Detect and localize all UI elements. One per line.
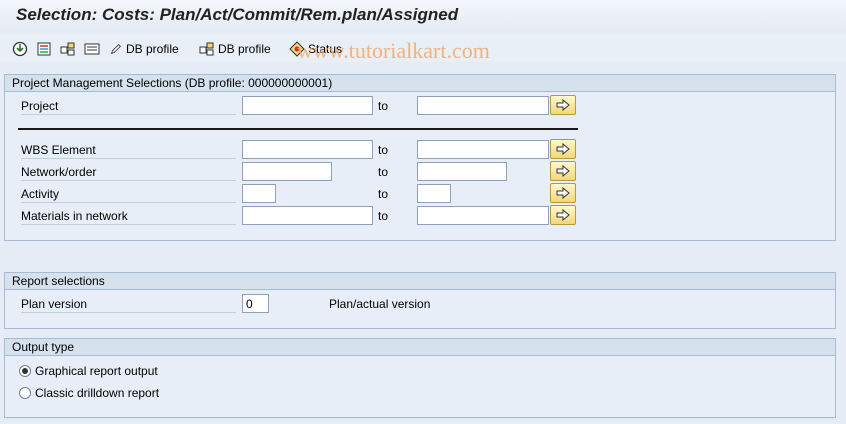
- separator-line: [18, 128, 578, 130]
- radio-selected-icon[interactable]: [19, 365, 31, 377]
- wbs-element-to-input[interactable]: [417, 140, 549, 159]
- project-multiple-selection-button[interactable]: [550, 95, 576, 115]
- activity-to-input[interactable]: [417, 184, 451, 203]
- arrow-right-icon: [556, 209, 570, 221]
- activity-multiple-selection-button[interactable]: [550, 183, 576, 203]
- plan-version-description: Plan/actual version: [329, 297, 431, 311]
- graphical-report-output-option[interactable]: Graphical report output: [19, 362, 158, 380]
- project-to-label: to: [378, 99, 389, 113]
- watermark: www.tutorialkart.com: [297, 38, 490, 63]
- arrow-right-icon: [556, 187, 570, 199]
- get-variant-button[interactable]: [60, 40, 76, 57]
- network-order-from-input[interactable]: [242, 162, 332, 181]
- network-order-label: Network/order: [21, 162, 236, 181]
- classic-drilldown-report-option[interactable]: Classic drilldown report: [19, 384, 159, 402]
- materials-in-network-label: Materials in network: [21, 206, 236, 225]
- project-label: Project: [21, 96, 236, 115]
- radio-unselected-icon[interactable]: [19, 387, 31, 399]
- hierarchy-icon: [199, 42, 214, 55]
- execute-icon: [12, 41, 28, 56]
- output-type-group: Output type Graphical report output Clas…: [4, 338, 836, 418]
- variant-icon: [37, 42, 51, 55]
- pencil-icon: [110, 43, 121, 54]
- report-selections-group: Report selections Plan version Plan/actu…: [4, 272, 836, 329]
- hierarchy-icon: [60, 42, 75, 55]
- list-button[interactable]: [84, 40, 100, 57]
- save-variant-button[interactable]: [36, 40, 52, 57]
- network-order-multiple-selection-button[interactable]: [550, 161, 576, 181]
- arrow-right-icon: [556, 143, 570, 155]
- arrow-right-icon: [556, 165, 570, 177]
- plan-version-input[interactable]: [242, 294, 269, 313]
- plan-version-label: Plan version: [21, 294, 236, 313]
- arrow-right-icon: [556, 99, 570, 111]
- project-to-input[interactable]: [417, 96, 549, 115]
- wbs-element-label: WBS Element: [21, 140, 236, 159]
- db-profile-button-2[interactable]: DB profile: [199, 40, 271, 57]
- db-profile-button-1[interactable]: DB profile: [109, 40, 179, 57]
- report-group-header: Report selections: [5, 273, 835, 290]
- list-icon: [84, 43, 100, 54]
- materials-in-network-to-label: to: [378, 209, 389, 223]
- db-profile-label-1: DB profile: [126, 41, 179, 56]
- project-group-header: Project Management Selections (DB profil…: [5, 75, 835, 92]
- activity-label: Activity: [21, 184, 236, 203]
- network-order-to-label: to: [378, 165, 389, 179]
- wbs-element-multiple-selection-button[interactable]: [550, 139, 576, 159]
- page-title: Selection: Costs: Plan/Act/Commit/Rem.pl…: [16, 5, 459, 24]
- materials-in-network-from-input[interactable]: [242, 206, 373, 225]
- title-bar: Selection: Costs: Plan/Act/Commit/Rem.pl…: [0, 0, 846, 32]
- wbs-element-from-input[interactable]: [242, 140, 373, 159]
- activity-to-label: to: [378, 187, 389, 201]
- classic-drilldown-report-label: Classic drilldown report: [35, 386, 160, 400]
- output-group-header: Output type: [5, 339, 835, 356]
- activity-from-input[interactable]: [242, 184, 276, 203]
- materials-in-network-to-input[interactable]: [417, 206, 549, 225]
- project-from-input[interactable]: [242, 96, 373, 115]
- execute-button[interactable]: [12, 40, 28, 57]
- wbs-element-to-label: to: [378, 143, 389, 157]
- project-management-group: Project Management Selections (DB profil…: [4, 74, 836, 241]
- graphical-report-output-label: Graphical report output: [35, 364, 158, 378]
- network-order-to-input[interactable]: [417, 162, 507, 181]
- db-profile-label-2: DB profile: [218, 41, 271, 56]
- materials-in-network-multiple-selection-button[interactable]: [550, 205, 576, 225]
